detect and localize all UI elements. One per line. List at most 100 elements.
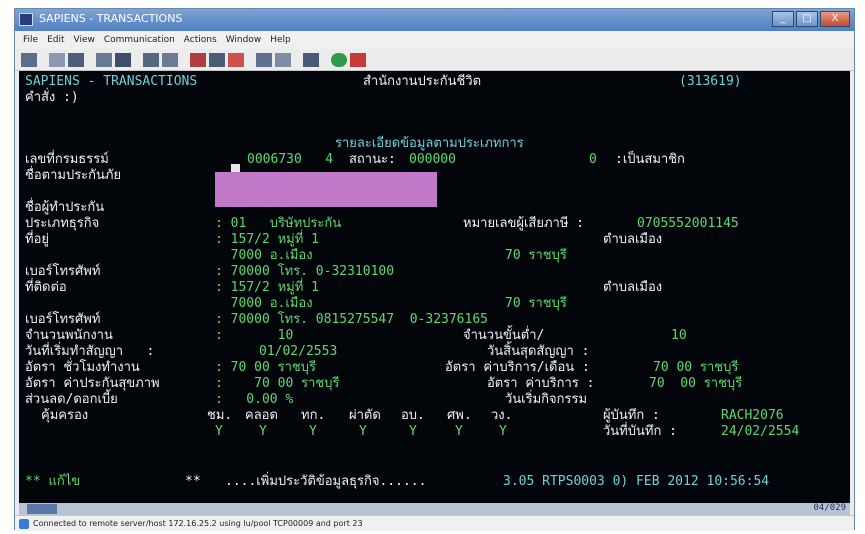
flag-value-6[interactable]: Y: [455, 425, 463, 439]
menu-view[interactable]: View: [74, 35, 95, 45]
window-title: SAPIENS - TRANSACTIONS: [39, 12, 183, 25]
help-icon[interactable]: [303, 52, 319, 67]
flag-value-2[interactable]: Y: [259, 425, 267, 439]
menu-help[interactable]: Help: [270, 35, 291, 45]
flag-header-2: คลอด: [245, 408, 278, 423]
user-value: RACH2076: [721, 408, 784, 423]
count-value[interactable]: : 10: [215, 329, 293, 343]
address2-line1[interactable]: : 157/2 หมู่ที่ 1: [215, 281, 319, 295]
min-value[interactable]: 10: [671, 329, 687, 343]
phone1-value[interactable]: : 70000 โทร. 0-32310100: [215, 265, 394, 279]
min-label: จำนวนขั้นต่ำ/: [463, 328, 545, 343]
minimize-button[interactable]: _: [772, 11, 794, 27]
screen-icon[interactable]: [209, 52, 225, 67]
redacted-field: [215, 172, 437, 207]
send-icon[interactable]: [143, 52, 159, 67]
macro-icon[interactable]: [228, 52, 244, 67]
menu-actions[interactable]: Actions: [184, 35, 217, 45]
flag-header-3: ทก.: [301, 408, 326, 423]
rate2b-label: อัตรา ค่าบริการ :: [487, 376, 595, 391]
address1-line2[interactable]: 7000 อ.เมือง: [215, 249, 313, 263]
tax-value[interactable]: 0705552001145: [637, 217, 739, 231]
user-label: ผู้บันทึก :: [603, 408, 660, 423]
end-label: วันสิ้นสุดสัญญา :: [487, 344, 590, 359]
status-label: สถานะ:: [349, 152, 396, 167]
count-label: จำนวนพนักงาน: [25, 328, 113, 343]
menu-edit[interactable]: Edit: [47, 35, 64, 45]
flag-value-3[interactable]: Y: [309, 425, 317, 439]
flag-value-4[interactable]: Y: [359, 425, 367, 439]
address2-line2[interactable]: 7000 อ.เมือง: [215, 297, 313, 311]
scrollbar-thumb[interactable]: [27, 504, 57, 514]
rate2-label: อัตรา ค่าประกันสุขภาพ: [25, 376, 160, 391]
status-code: 0: [589, 152, 597, 167]
grid-icon[interactable]: [190, 52, 206, 67]
flag-header-6: ศพ.: [447, 408, 472, 423]
footer-left: ** แก้ไข: [25, 474, 81, 489]
footer-dots: **: [185, 474, 201, 489]
plan-label: ชื่อตามประกันภัย: [25, 168, 122, 183]
emulator-window: SAPIENS - TRANSACTIONS _ □ X File Edit V…: [14, 8, 855, 531]
rate2b-value[interactable]: 70 00 ราชบุรี: [649, 377, 742, 391]
connection-icon: [19, 518, 29, 529]
save-icon[interactable]: [49, 52, 65, 67]
title-bar[interactable]: SAPIENS - TRANSACTIONS _ □ X: [15, 9, 854, 31]
phone2-label: เบอร์โทรศัพท์: [25, 312, 101, 327]
status-value[interactable]: 000000: [409, 153, 456, 167]
start-label: วันที่เริ่มทำสัญญา :: [25, 344, 155, 359]
phone2-value[interactable]: : 70000 โทร. 0815275547 0-32376165: [215, 313, 488, 327]
receive-icon[interactable]: [162, 52, 178, 67]
flag-value-5[interactable]: Y: [409, 425, 417, 439]
type-value[interactable]: : 01 บริษัทประกัน: [215, 217, 341, 231]
form-title: รายละเอียดข้อมูลตามประเภทการ: [335, 136, 524, 151]
paste-icon[interactable]: [96, 52, 112, 67]
flag-header-4: ผ่าตัด: [349, 408, 381, 423]
open-icon[interactable]: [21, 52, 37, 67]
address2-province[interactable]: 70 ราชบุรี: [505, 297, 567, 311]
record-icon[interactable]: [256, 52, 272, 67]
rate2-value[interactable]: : 70 00 ราชบุรี: [215, 377, 339, 391]
start-value[interactable]: 01/02/2553: [259, 345, 337, 359]
address1-district: ตำบลเมือง: [603, 232, 663, 247]
date-label: วันที่บันทึก :: [603, 424, 677, 439]
horizontal-scrollbar[interactable]: 04/029: [19, 503, 850, 515]
menu-communication[interactable]: Communication: [104, 35, 175, 45]
discount-value[interactable]: : 0.00 %: [215, 393, 293, 407]
footer-right: 3.05 RTPS0003 0) FEB 2012 10:56:54: [503, 474, 770, 489]
close-button[interactable]: X: [820, 11, 850, 27]
tax-label: หมายเลขผู้เสียภาษี :: [463, 216, 585, 231]
terminal-screen[interactable]: SAPIENS - TRANSACTIONS สำนักงานประกันชีว…: [19, 71, 850, 503]
address2-label: ที่ติดต่อ: [25, 280, 67, 295]
rate1b-label: อัตรา ค่าบริการ/เดือน :: [445, 360, 590, 375]
cursor-position: 04/029: [813, 503, 846, 513]
settings-icon[interactable]: [350, 52, 366, 67]
app-icon: [19, 13, 33, 26]
menu-file[interactable]: File: [23, 35, 38, 45]
menu-window[interactable]: Window: [226, 35, 262, 45]
play-icon[interactable]: [275, 52, 291, 67]
flag-value-7[interactable]: Y: [499, 425, 507, 439]
address2-district: ตำบลเมือง: [603, 280, 663, 295]
flag-header-5: อบ.: [401, 408, 425, 423]
copy-icon[interactable]: [68, 52, 84, 67]
insured-label: ชื่อผู้ทำประกัน: [25, 200, 105, 215]
command-prompt[interactable]: คำสั่ง :): [25, 91, 79, 105]
print-icon[interactable]: [115, 52, 131, 67]
flag-header-7: วง.: [491, 408, 513, 423]
color-icon[interactable]: [331, 52, 347, 67]
flags-label: คุ้มครอง: [41, 408, 89, 423]
discount-label: ส่วนลด/ดอกเบี้ย: [25, 392, 118, 407]
maximize-button[interactable]: □: [796, 11, 818, 27]
footer-message: ....เพิ่มประวัติข้อมูลธุรกิจ......: [225, 474, 427, 489]
status-bar: Connected to remote server/host 172.16.2…: [15, 515, 854, 531]
address1-province[interactable]: 70 ราชบุรี: [505, 249, 567, 263]
phone1-label: เบอร์โทรศัพท์: [25, 264, 101, 279]
flag-value-1[interactable]: Y: [215, 425, 223, 439]
flag-header-1: ชม.: [207, 408, 233, 423]
policy-no-label: เลขที่กรมธรรม์: [25, 152, 109, 167]
rate1b-value[interactable]: 70 00 ราชบุรี: [653, 361, 738, 375]
date-value: 24/02/2554: [721, 424, 800, 439]
rate1-value[interactable]: : 70 00 ราชบุรี: [215, 361, 316, 375]
address1-line1[interactable]: : 157/2 หมู่ที่ 1: [215, 233, 319, 247]
policy-no-value[interactable]: 0006730 4: [247, 153, 333, 167]
